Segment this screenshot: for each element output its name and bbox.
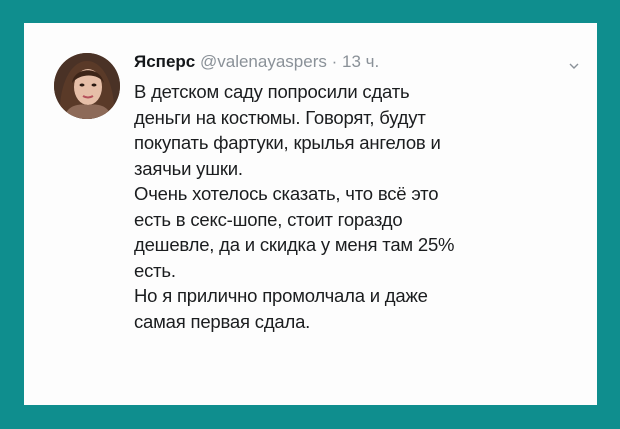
tweet-text-line: деньги на костюмы. Говорят, будут: [134, 106, 426, 128]
tweet-text-line: Но я прилично промолчала и даже: [134, 285, 428, 306]
chevron-down-icon[interactable]: [569, 61, 579, 71]
tweet-content: Ясперс @valenayaspers · 13 ч. В детском …: [134, 51, 574, 334]
author-name[interactable]: Ясперс: [134, 52, 195, 71]
tweet-text-line: дешевле, да и скидка у меня там 25%: [134, 234, 455, 255]
tweet-text-line: Очень хотелось сказать, что всё это: [134, 183, 439, 204]
tweet-text: В детском саду попросили сдать деньги на…: [134, 79, 574, 334]
tweet-header: Ясперс @valenayaspers · 13 ч.: [134, 51, 574, 73]
tweet-card: Ясперс @valenayaspers · 13 ч. В детском …: [24, 23, 597, 405]
user-avatar-icon: [54, 53, 120, 119]
separator-dot: ·: [331, 52, 338, 71]
tweet-text-line: есть в секс-шопе, стоит гораздо: [134, 208, 403, 230]
tweet-text-line: есть.: [134, 259, 176, 281]
tweet-text-line: В детском саду попросили сдать: [134, 81, 410, 102]
author-handle[interactable]: @valenayaspers: [200, 52, 327, 71]
tweet-text-line: покупать фартуки, крылья ангелов и: [134, 132, 441, 153]
tweet-text-line: заячьи ушки.: [134, 157, 243, 179]
avatar[interactable]: [54, 53, 120, 119]
tweet-time[interactable]: 13 ч.: [342, 52, 379, 71]
tweet-text-line: самая первая сдала.: [134, 310, 311, 332]
